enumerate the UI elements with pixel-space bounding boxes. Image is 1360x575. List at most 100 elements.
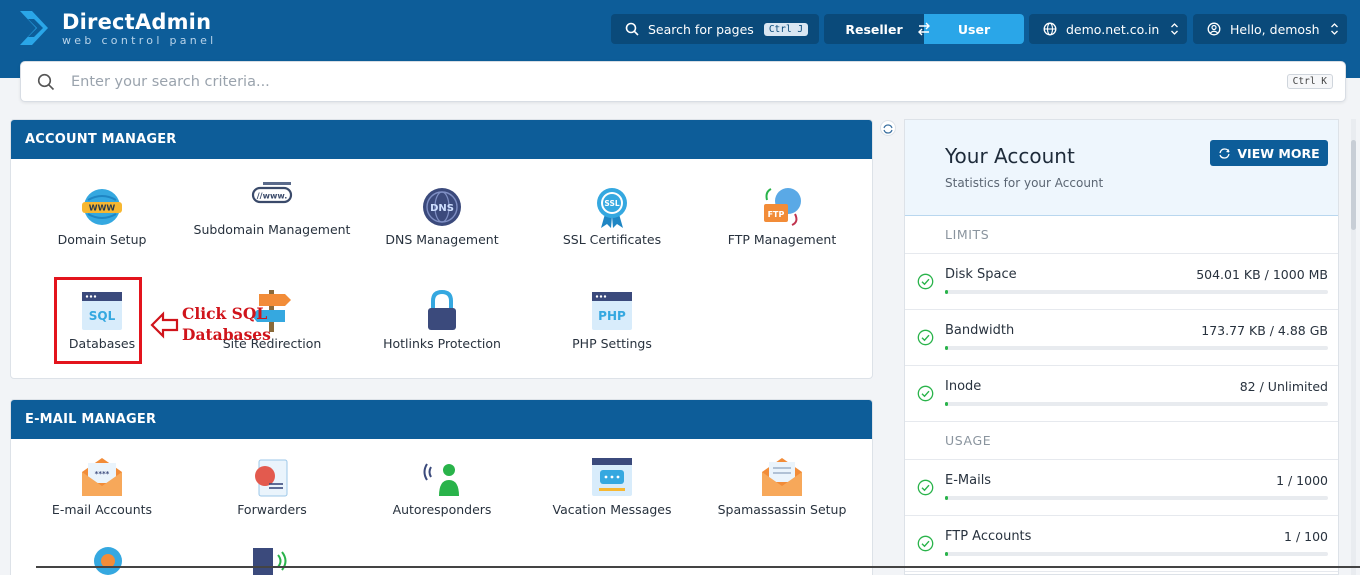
progress-fill (945, 346, 949, 350)
stat-value: 1 / 1000 (1276, 473, 1328, 488)
tile-label: Spamassassin Setup (717, 502, 847, 517)
tile-label: FTP Management (727, 232, 837, 247)
vacation-message-icon (592, 458, 632, 496)
tile-autoresponders[interactable]: Autoresponders (356, 454, 528, 520)
spam-icon (762, 458, 802, 496)
your-account-title: Your Account (945, 144, 1075, 168)
tile-dns-management[interactable]: DNS DNS Management (356, 184, 528, 250)
role-switch[interactable]: Reseller User (824, 14, 1024, 44)
refresh-icon[interactable] (880, 120, 896, 136)
stat-disk-space: Disk Space 504.01 KB / 1000 MB (905, 254, 1338, 310)
progress-bar (945, 402, 1328, 406)
tile-label: Hotlinks Protection (383, 336, 501, 351)
view-more-label: VIEW MORE (1237, 145, 1320, 161)
search-pages-shortcut: Ctrl J (763, 22, 809, 36)
tile-label: E-mail Accounts (51, 502, 153, 517)
progress-fill (945, 552, 949, 556)
svg-text://www.: //www. (257, 192, 288, 201)
tile-vacation-messages[interactable]: Vacation Messages (526, 454, 698, 520)
svg-text:PHP: PHP (598, 309, 626, 323)
php-icon: PHP (592, 292, 632, 330)
domain-select[interactable]: demo.net.co.in (1029, 14, 1187, 44)
tile-forwarders[interactable]: Forwarders (186, 454, 358, 520)
stat-value: 82 / Unlimited (1239, 379, 1328, 394)
your-account-header: Your Account Statistics for your Account… (905, 120, 1338, 216)
tile-label: Vacation Messages (552, 502, 672, 517)
search-input[interactable] (71, 73, 1071, 90)
server-icon (253, 548, 287, 575)
search-pages-button[interactable]: Search for pages Ctrl J (611, 14, 819, 44)
tile-subdomain-management[interactable]: //www. Subdomain Management (186, 174, 358, 240)
search-icon (625, 22, 639, 36)
stat-name: Disk Space (945, 267, 1017, 282)
swap-icon (918, 22, 930, 36)
tile-label: DNS Management (385, 232, 499, 247)
svg-text:SSL: SSL (604, 199, 619, 208)
svg-text:DNS: DNS (430, 203, 454, 214)
lock-icon (428, 289, 456, 330)
annotation-callout: Click SQL Databases (150, 303, 271, 345)
annotation-line-2: Databases (182, 325, 271, 344)
user-avatar-icon (1207, 22, 1221, 36)
usage-section-label: USAGE (905, 422, 1338, 460)
progress-fill (945, 402, 949, 406)
check-circle-icon (917, 535, 934, 552)
stat-bandwidth: Bandwidth 173.77 KB / 4.88 GB (905, 310, 1338, 366)
globe-icon (1043, 22, 1057, 36)
tile-label: SSL Certificates (562, 232, 662, 247)
stat-emails: E-Mails 1 / 1000 (905, 460, 1338, 516)
mail-icon (94, 547, 122, 575)
chevron-updown-icon (1171, 23, 1178, 35)
search-shortcut: Ctrl K (1286, 74, 1333, 89)
arrow-left-icon (150, 311, 179, 339)
progress-bar (945, 552, 1328, 556)
view-more-button[interactable]: VIEW MORE (1210, 140, 1328, 166)
role-reseller-option[interactable]: Reseller (824, 14, 924, 44)
email-manager-title: E-MAIL MANAGER (11, 400, 872, 439)
stat-value: 173.77 KB / 4.88 GB (1201, 323, 1328, 338)
stat-name: FTP Accounts (945, 529, 1032, 544)
tile-label: Forwarders (237, 502, 307, 517)
progress-fill (945, 496, 949, 500)
tile-label: Subdomain Management (193, 222, 351, 237)
databases-highlight-box (54, 277, 142, 364)
autoresponder-icon (423, 463, 459, 496)
scrollbar-thumb[interactable] (1351, 140, 1356, 230)
your-account-panel: Your Account Statistics for your Account… (904, 119, 1339, 575)
refresh-icon (1219, 147, 1231, 159)
tile-ssl-certificates[interactable]: SSL SSL Certificates (526, 184, 698, 250)
role-user-option[interactable]: User (924, 14, 1024, 44)
check-circle-icon (917, 385, 934, 402)
chevron-updown-icon (1331, 23, 1338, 35)
tile-ftp-management[interactable]: FTP FTP Management (696, 184, 868, 250)
stat-inode: Inode 82 / Unlimited (905, 366, 1338, 422)
tile-label: Domain Setup (57, 232, 147, 247)
svg-text:FTP: FTP (768, 210, 785, 219)
www-globe-icon: WWW (82, 189, 122, 225)
search-icon (37, 73, 55, 90)
check-circle-icon (917, 273, 934, 290)
app-name: DirectAdmin (62, 9, 212, 34)
ftp-icon: FTP (764, 188, 801, 226)
app-tagline: web control panel (62, 33, 217, 47)
account-manager-title: ACCOUNT MANAGER (11, 120, 872, 159)
tile-label: PHP Settings (572, 336, 652, 351)
window-bottom-edge (36, 566, 1360, 568)
directadmin-logo[interactable]: DirectAdmin web control panel (18, 9, 217, 47)
tile-label: Autoresponders (392, 502, 492, 517)
stat-value: 504.01 KB / 1000 MB (1196, 267, 1328, 282)
tile-domain-setup[interactable]: WWW Domain Setup (16, 184, 188, 250)
tile-php-settings[interactable]: PHP PHP Settings (526, 288, 698, 354)
user-menu[interactable]: Hello, demosh (1193, 14, 1347, 44)
user-greeting: Hello, demosh (1230, 21, 1320, 37)
check-circle-icon (917, 479, 934, 496)
progress-bar (945, 290, 1328, 294)
tile-email-accounts[interactable]: **** E-mail Accounts (16, 454, 188, 520)
tile-hotlinks-protection[interactable]: Hotlinks Protection (356, 288, 528, 354)
annotation-line-1: Click SQL (182, 304, 268, 323)
global-search-bar: Ctrl K (20, 61, 1346, 102)
check-circle-icon (917, 329, 934, 346)
tile-spamassassin-setup[interactable]: Spamassassin Setup (696, 454, 868, 520)
progress-bar (945, 346, 1328, 350)
subdomain-icon: //www. (251, 182, 293, 204)
